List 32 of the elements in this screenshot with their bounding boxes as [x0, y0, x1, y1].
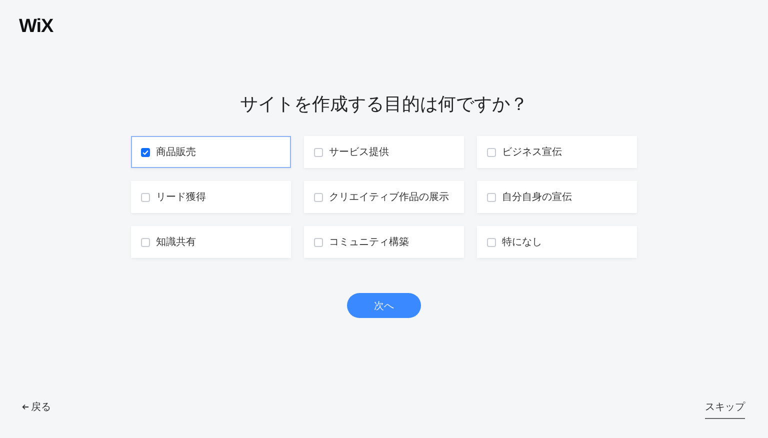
- checkbox[interactable]: [141, 238, 150, 246]
- checkbox[interactable]: [314, 192, 323, 202]
- checkbox[interactable]: [314, 148, 323, 156]
- checkbox[interactable]: [314, 238, 323, 246]
- option-card[interactable]: コミュニティ構築: [304, 226, 464, 258]
- option-label: 知識共有: [156, 236, 196, 249]
- option-label: クリエイティブ作品の展示: [329, 190, 449, 204]
- option-label: リード獲得: [156, 191, 206, 204]
- option-card[interactable]: 自分自身の宣伝: [477, 181, 637, 213]
- wix-logo: WiX: [19, 16, 54, 37]
- checkbox[interactable]: [487, 192, 496, 202]
- option-label: ビジネス宣伝: [502, 146, 562, 159]
- question-title: サイトを作成する目的は何ですか？: [239, 93, 529, 117]
- back-link[interactable]: 戻る: [22, 400, 51, 414]
- option-card[interactable]: サービス提供: [304, 136, 464, 168]
- checkbox[interactable]: [487, 148, 496, 156]
- checkbox[interactable]: [487, 238, 496, 246]
- checkbox[interactable]: [141, 148, 150, 156]
- option-card[interactable]: 知識共有: [131, 226, 291, 258]
- option-card[interactable]: リード獲得: [131, 181, 291, 213]
- option-card[interactable]: 特になし: [477, 226, 637, 258]
- option-card[interactable]: ビジネス宣伝: [477, 136, 637, 168]
- option-label: サービス提供: [329, 146, 389, 159]
- option-label: 特になし: [502, 236, 542, 249]
- option-label: 自分自身の宣伝: [502, 190, 572, 204]
- skip-link[interactable]: スキップ: [705, 400, 745, 419]
- option-card[interactable]: クリエイティブ作品の展示: [304, 181, 464, 213]
- option-label: 商品販売: [156, 146, 196, 159]
- option-card[interactable]: 商品販売: [131, 136, 291, 168]
- checkbox[interactable]: [141, 192, 150, 202]
- back-arrow-icon: [22, 404, 29, 410]
- option-label: コミュニティ構築: [329, 236, 409, 249]
